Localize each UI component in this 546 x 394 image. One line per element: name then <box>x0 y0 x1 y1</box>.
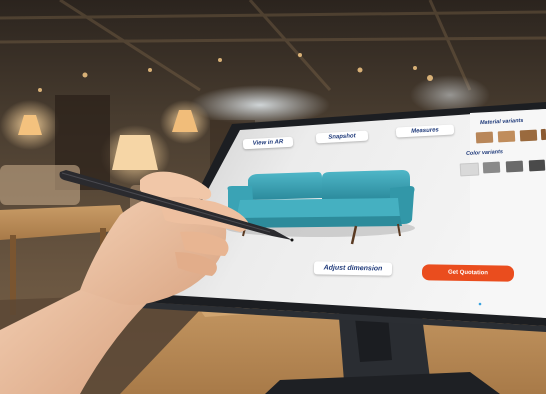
hand-with-stylus <box>0 170 294 394</box>
scene: View in AR Snapshot Measures Adjust dime… <box>0 0 546 394</box>
